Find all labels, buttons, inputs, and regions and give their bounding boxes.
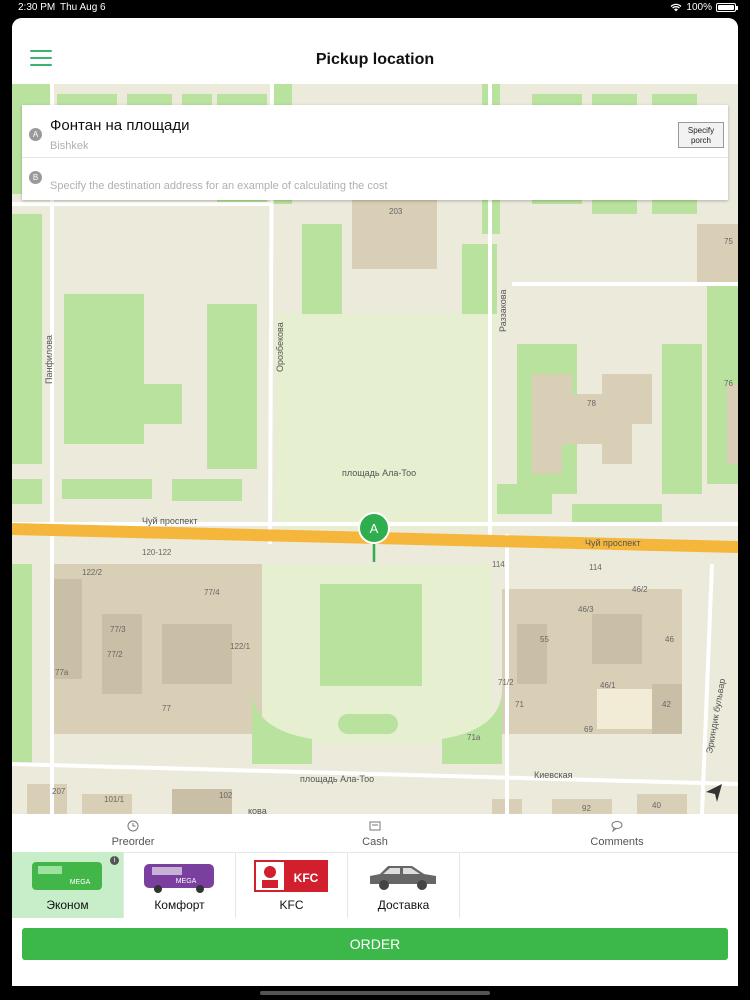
battery-percent: 100% xyxy=(686,2,712,13)
svg-text:77/2: 77/2 xyxy=(107,650,123,659)
svg-text:71a: 71a xyxy=(467,733,481,742)
svg-text:42: 42 xyxy=(662,700,671,709)
svg-text:46: 46 xyxy=(665,635,674,644)
tariff-delivery-label: Доставка xyxy=(377,898,430,912)
svg-text:77a: 77a xyxy=(55,668,69,677)
svg-text:46/3: 46/3 xyxy=(578,605,594,614)
battery-icon xyxy=(716,3,738,12)
svg-text:MEGA: MEGA xyxy=(176,878,197,885)
map-label-chui-right: Чуй проспект xyxy=(585,538,640,548)
svg-text:78: 78 xyxy=(587,399,596,408)
status-bar: 2:30 PM Thu Aug 6 100% xyxy=(0,0,750,16)
point-a-badge: A xyxy=(29,128,42,141)
tariff-selector: MEGA i Эконом MEGA Комфорт KFC KFC Доста… xyxy=(12,852,738,918)
payment-label: Cash xyxy=(362,836,388,848)
preorder-label: Preorder xyxy=(111,836,155,848)
svg-text:69: 69 xyxy=(584,725,593,734)
address-card: A Фонтан на площади Bishkek Specify porc… xyxy=(22,105,728,200)
map-label-chui-left: Чуй проспект xyxy=(142,516,197,526)
svg-text:77/4: 77/4 xyxy=(204,588,220,597)
kfc-logo: KFC xyxy=(254,860,328,892)
comments-option[interactable]: Comments xyxy=(496,814,738,852)
pin-label: A xyxy=(370,521,379,536)
svg-text:120-122: 120-122 xyxy=(142,548,172,557)
svg-text:77: 77 xyxy=(162,704,171,713)
svg-text:101/1: 101/1 xyxy=(104,795,125,804)
specify-porch-button[interactable]: Specify porch xyxy=(678,122,724,148)
app-window: Pickup location площадь Ала-Тоо Чуй прос… xyxy=(12,18,738,986)
map-label-orozbekova: Орозбекова xyxy=(275,322,285,372)
pickup-address-city: Bishkek xyxy=(50,140,89,152)
svg-text:207: 207 xyxy=(52,787,66,796)
map-label-kova: кова xyxy=(248,806,267,814)
svg-text:122/1: 122/1 xyxy=(230,642,251,651)
payment-option[interactable]: Cash xyxy=(254,814,496,852)
status-time: 2:30 PM xyxy=(18,2,56,13)
svg-text:KFC: KFC xyxy=(294,871,319,885)
tariff-kfc[interactable]: KFC KFC xyxy=(236,852,348,918)
svg-text:102: 102 xyxy=(219,791,233,800)
order-button[interactable]: ORDER xyxy=(22,928,728,960)
bottom-panel: Preorder Cash Comments MEGA i Эконом MEG… xyxy=(12,814,738,986)
econom-car-image: MEGA xyxy=(32,862,102,890)
map-label-kievskaya: Киевская xyxy=(534,770,573,780)
destination-address-input[interactable]: Specify the destination address for an e… xyxy=(50,180,388,192)
svg-text:203: 203 xyxy=(389,207,403,216)
header: Pickup location xyxy=(12,18,738,84)
map-label-panfilova: Панфилова xyxy=(44,335,54,384)
tariff-kfc-label: KFC xyxy=(279,898,304,912)
chat-icon xyxy=(611,821,623,832)
map-label-razzakova: Раззакова xyxy=(498,290,508,333)
tariff-comfort-label: Комфорт xyxy=(154,898,205,912)
tariff-comfort[interactable]: MEGA Комфорт xyxy=(124,852,236,918)
tariff-info-icon[interactable]: i xyxy=(110,856,119,865)
order-options-bar: Preorder Cash Comments xyxy=(12,814,738,853)
tariff-delivery[interactable]: Доставка xyxy=(348,852,460,918)
svg-text:40: 40 xyxy=(652,801,661,810)
home-indicator[interactable] xyxy=(260,991,490,995)
preorder-option[interactable]: Preorder xyxy=(12,814,254,852)
pickup-pin-icon[interactable]: A xyxy=(358,512,390,570)
svg-text:76: 76 xyxy=(724,379,733,388)
status-date: Thu Aug 6 xyxy=(60,2,106,13)
page-title: Pickup location xyxy=(315,51,435,68)
map-label-square-bottom: площадь Ала-Тоо xyxy=(300,774,374,784)
svg-text:77/3: 77/3 xyxy=(110,625,126,634)
svg-text:71: 71 xyxy=(515,700,524,709)
pickup-address-main: Фонтан на площади xyxy=(50,117,190,134)
tariff-econom[interactable]: MEGA i Эконом xyxy=(12,852,124,918)
delivery-car-icon xyxy=(370,866,436,890)
svg-text:114: 114 xyxy=(492,560,505,569)
comments-label: Comments xyxy=(590,836,644,848)
svg-text:114: 114 xyxy=(589,563,602,572)
svg-text:92: 92 xyxy=(582,804,591,813)
svg-text:MEGA: MEGA xyxy=(70,879,91,886)
point-b-badge: B xyxy=(29,171,42,184)
svg-text:46/2: 46/2 xyxy=(632,585,648,594)
svg-text:71/2: 71/2 xyxy=(498,678,514,687)
tariff-econom-label: Эконом xyxy=(46,898,89,912)
map-label-square: площадь Ала-Тоо xyxy=(342,468,416,478)
svg-text:122/2: 122/2 xyxy=(82,568,103,577)
plaza xyxy=(277,314,497,529)
status-right: 100% xyxy=(670,2,738,13)
svg-text:55: 55 xyxy=(540,635,549,644)
wallet-icon xyxy=(369,821,381,831)
svg-text:75: 75 xyxy=(724,237,733,246)
pickup-address-row[interactable]: A Фонтан на площади Bishkek Specify porc… xyxy=(22,105,728,158)
svg-text:46/1: 46/1 xyxy=(600,681,616,690)
wifi-icon xyxy=(670,3,682,12)
comfort-car-image: MEGA xyxy=(144,864,214,893)
clock-icon xyxy=(127,820,139,832)
